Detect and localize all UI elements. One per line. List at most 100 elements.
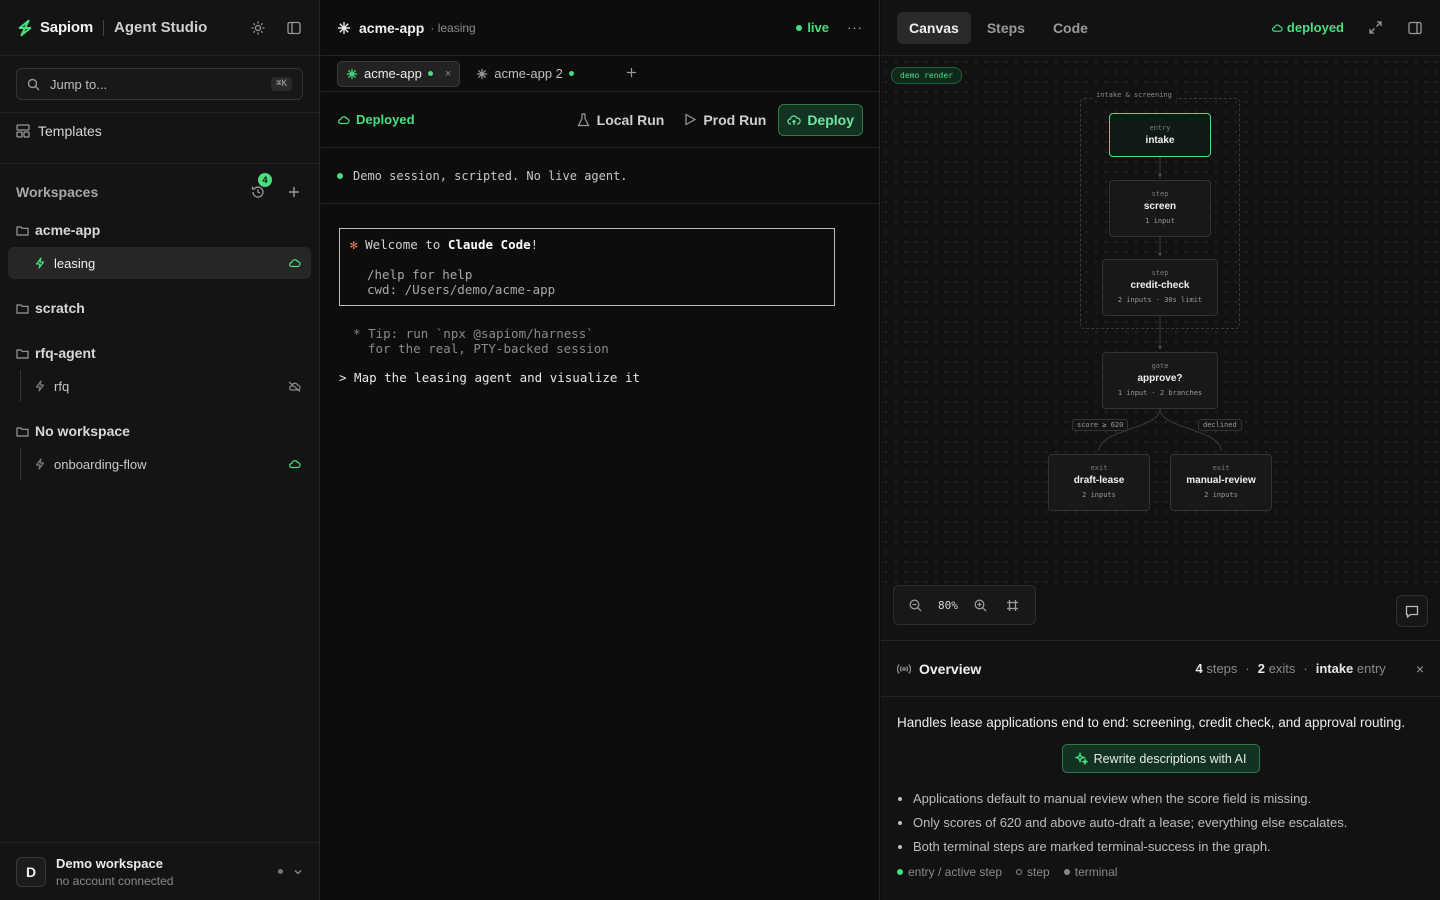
agent-name: rfq <box>54 378 70 394</box>
node-title: intake <box>1145 135 1175 146</box>
search-input[interactable]: Jump to... ⌘K <box>16 68 303 100</box>
add-workspace-icon[interactable] <box>285 183 303 201</box>
node-credit-check[interactable]: step credit-check 2 inputs · 30s limit <box>1102 259 1218 316</box>
folder-icon <box>16 303 29 314</box>
account-footer[interactable]: D Demo workspace no account connected <box>0 842 319 900</box>
node-approve[interactable]: gate approve? 1 input · 2 branches <box>1102 352 1218 409</box>
comment-button[interactable] <box>1396 595 1428 627</box>
node-screen[interactable]: step screen 1 input <box>1109 180 1211 237</box>
tab-acme-app[interactable]: acme-app × <box>337 60 461 87</box>
add-tab-button[interactable] <box>626 65 637 83</box>
tree-indent-line <box>20 370 21 402</box>
deployed-indicator: deployed <box>1271 20 1344 35</box>
tab-canvas[interactable]: Canvas <box>897 11 971 44</box>
tip-line: * Tip: run `npx @sapiom/harness` <box>353 326 594 341</box>
claude-spark-icon <box>477 68 488 79</box>
visualizer-panel: Canvas Steps Code deployed demo render i… <box>881 0 1440 900</box>
notice-dot-icon <box>337 172 343 179</box>
folder-icon <box>16 225 29 236</box>
workspace-title[interactable]: scratch <box>0 297 319 319</box>
edge-label-approved: score ≥ 620 <box>1072 419 1129 431</box>
cloud-upload-icon <box>787 114 802 125</box>
toggle-panel-icon[interactable] <box>1406 19 1424 37</box>
comment-icon <box>1405 605 1419 618</box>
bolt-icon <box>35 458 45 470</box>
zoom-in-icon[interactable] <box>972 596 990 614</box>
prod-run-button[interactable]: Prod Run <box>684 112 766 128</box>
expand-icon[interactable] <box>1366 19 1384 37</box>
node-meta: 2 inputs · 30s limit <box>1117 296 1203 304</box>
overview-description: Handles lease applications end to end: s… <box>897 715 1406 730</box>
history-badge: 4 <box>258 172 272 187</box>
zoom-out-icon[interactable] <box>906 596 924 614</box>
node-meta: 1 input · 2 branches <box>1117 389 1203 397</box>
bolt-icon <box>35 257 45 269</box>
workspace-group-rfq-agent: rfq-agent rfq <box>0 342 319 402</box>
node-draft-lease[interactable]: exit draft-lease 2 inputs <box>1048 454 1150 511</box>
search-icon <box>27 78 40 90</box>
history-icon[interactable]: 4 <box>249 172 272 201</box>
workspace-title[interactable]: rfq-agent <box>0 342 319 364</box>
claude-spark-icon <box>338 21 350 34</box>
workspace-title[interactable]: No workspace <box>0 420 319 442</box>
list-item: Applications default to manual review wh… <box>913 787 1440 811</box>
exits-count: 2 <box>1257 661 1265 676</box>
local-run-button[interactable]: Local Run <box>577 112 664 128</box>
tab-steps[interactable]: Steps <box>975 12 1037 44</box>
deploy-button[interactable]: Deploy <box>778 103 863 136</box>
node-intake[interactable]: entry intake <box>1109 113 1211 157</box>
app-root: Sapiom Agent Studio Jump to... ⌘K Templa… <box>0 0 1440 900</box>
legend-dot-icon <box>1016 869 1023 875</box>
sparkles-icon <box>1074 752 1088 765</box>
graph-canvas[interactable]: demo render intake & screening entry int… <box>881 57 1440 583</box>
deployed-label: Deployed <box>356 112 415 127</box>
close-tab-icon[interactable]: × <box>445 68 451 80</box>
brand-subtitle: Agent Studio <box>113 19 208 36</box>
terminal-prompt[interactable]: > Map the leasing agent and visualize it <box>339 370 861 385</box>
node-kind: exit <box>1212 464 1230 472</box>
templates-link[interactable]: Templates <box>0 113 319 149</box>
node-meta: 1 input <box>1145 217 1175 225</box>
brand-name: Sapiom <box>40 19 93 36</box>
tip-line: for the real, PTY-backed session <box>368 341 609 356</box>
close-overview-icon[interactable]: × <box>1416 661 1424 677</box>
agent-item-onboarding-flow[interactable]: onboarding-flow <box>8 448 311 480</box>
session-panel: acme-app · leasing live ··· acme-app × a… <box>321 0 880 900</box>
overview-notes: Applications default to manual review wh… <box>881 787 1440 859</box>
node-manual-review[interactable]: exit manual-review 2 inputs <box>1170 454 1272 511</box>
cloud-off-icon <box>288 381 301 392</box>
tab-live-dot-icon <box>427 71 433 76</box>
node-kind: entry <box>1149 124 1171 132</box>
list-item: Only scores of 620 and above auto-draft … <box>913 811 1440 835</box>
agent-item-leasing[interactable]: leasing <box>8 247 311 279</box>
deployed-status: Deployed <box>337 112 415 127</box>
theme-toggle-sun-icon[interactable] <box>249 19 267 37</box>
terminal[interactable]: ✻ Welcome to Claude Code! /help for help… <box>321 204 879 409</box>
tab-acme-app-2[interactable]: acme-app 2 <box>468 61 582 87</box>
fit-view-icon[interactable] <box>1004 596 1022 614</box>
session-header: acme-app · leasing live ··· <box>321 0 879 56</box>
notice-text: Demo session, scripted. No live agent. <box>353 168 628 183</box>
claude-spark-icon <box>346 68 358 79</box>
live-label: live <box>807 20 829 35</box>
node-title: approve? <box>1137 373 1183 384</box>
collapse-sidebar-icon[interactable] <box>285 19 303 37</box>
workspace-group-scratch: scratch <box>0 297 319 319</box>
overview-stats: 4 steps · 2 exits · intake entry × <box>1195 660 1424 677</box>
rewrite-with-ai-button[interactable]: Rewrite descriptions with AI <box>1061 744 1260 773</box>
workspace-title[interactable]: acme-app <box>0 219 319 241</box>
zoom-level: 80% <box>938 598 958 612</box>
workspace-group-acme-app: acme-app leasing <box>0 219 319 279</box>
group-label: intake & screening <box>1092 91 1176 99</box>
cloud-deployed-icon <box>289 460 301 469</box>
zoom-controls: 80% <box>893 585 1036 625</box>
tab-code[interactable]: Code <box>1041 12 1100 44</box>
more-options-button[interactable]: ··· <box>847 20 863 35</box>
node-title: draft-lease <box>1073 475 1125 486</box>
agent-item-rfq[interactable]: rfq <box>8 370 311 402</box>
node-title: manual-review <box>1186 475 1256 486</box>
chevron-down-icon[interactable] <box>293 867 303 877</box>
tip-text: * Tip: run `npx @sapiom/harness` for the… <box>339 326 861 356</box>
node-kind: step <box>1151 190 1169 198</box>
help-line: /help for help <box>367 267 473 282</box>
